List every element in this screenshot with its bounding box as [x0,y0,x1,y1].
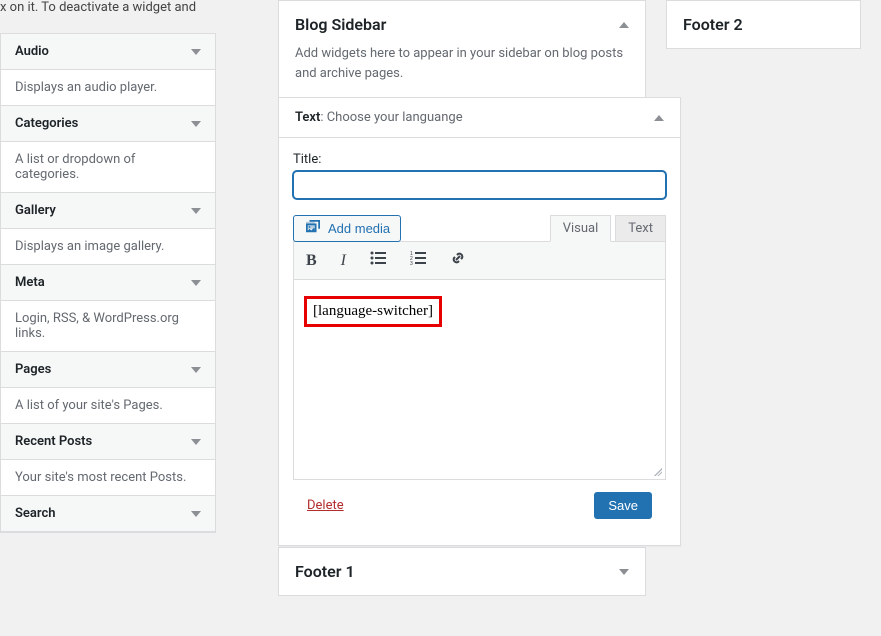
ordered-list-button[interactable]: 123 [406,248,430,273]
link-icon [450,250,466,266]
add-media-button[interactable]: Add media [293,215,401,242]
widget-desc: Displays an image gallery. [1,229,215,264]
tab-visual[interactable]: Visual [550,215,612,242]
widget-title: Pages [15,362,51,377]
widget-title: Gallery [15,203,56,218]
editor-shortcode-text: [language-switcher] [304,296,442,327]
unordered-list-button[interactable] [366,248,390,273]
title-input[interactable] [293,171,666,199]
footer2-toggle[interactable]: Footer 2 [667,1,860,48]
editor-content-area[interactable]: [language-switcher] [293,280,666,480]
resize-handle[interactable] [652,466,664,478]
footer1-title: Footer 1 [295,562,355,581]
chevron-down-icon [191,367,201,373]
widget-meta[interactable]: Meta Login, RSS, & WordPress.org links. [0,264,216,352]
widget-open-name: Choose your languange [327,110,463,125]
sidebar-area-title: Blog Sidebar [295,15,386,34]
chevron-down-icon [191,280,201,286]
widget-pages[interactable]: Pages A list of your site's Pages. [0,351,216,424]
chevron-down-icon [191,49,201,55]
footer1-toggle[interactable]: Footer 1 [279,548,645,595]
widget-audio[interactable]: Audio Displays an audio player. [0,33,216,106]
svg-text:3: 3 [410,261,413,265]
link-button[interactable] [446,248,470,273]
available-widgets-panel: x on it. To deactivate a widget and Audi… [0,0,216,636]
widget-categories[interactable]: Categories A list or dropdown of categor… [0,105,216,193]
widget-open-toggle[interactable]: Text: Choose your languange [279,98,680,138]
chevron-down-icon [191,439,201,445]
sidebar-area-footer2: Footer 2 [666,0,861,49]
widget-desc: Login, RSS, & WordPress.org links. [1,301,215,351]
editor-toolbar: B I 123 [293,241,666,280]
chevron-up-icon [619,22,629,28]
title-field-label: Title: [293,152,666,167]
panel-description: x on it. To deactivate a widget and [0,0,216,33]
chevron-down-icon [619,569,629,575]
add-media-label: Add media [328,221,390,236]
bullet-list-icon [370,251,386,265]
widget-title: Categories [15,116,78,131]
chevron-down-icon [191,511,201,517]
widget-title: Audio [15,44,49,59]
sidebar-area-blog: Blog Sidebar Add widgets here to appear … [278,0,646,527]
widget-title: Recent Posts [15,434,92,449]
widget-desc: A list of your site's Pages. [1,388,215,423]
widget-type-label: Text [295,110,320,125]
widget-desc: Displays an audio player. [1,70,215,105]
widget-desc: A list or dropdown of categories. [1,142,215,192]
delete-link[interactable]: Delete [307,498,344,513]
italic-button[interactable]: I [337,248,350,273]
save-button[interactable]: Save [594,492,652,519]
widget-recent-posts[interactable]: Recent Posts Your site's most recent Pos… [0,423,216,496]
widget-title: Search [15,506,56,521]
bold-button[interactable]: B [302,248,321,273]
footer2-title: Footer 2 [683,15,743,34]
chevron-up-icon [654,115,664,121]
sidebar-area-desc: Add widgets here to appear in your sideb… [279,44,645,97]
widget-search[interactable]: Search [0,495,216,533]
media-icon [304,220,322,237]
tab-text[interactable]: Text [615,215,666,242]
numbered-list-icon: 123 [410,251,426,265]
widget-text-open: Text: Choose your languange Title: [278,97,681,546]
chevron-down-icon [191,208,201,214]
widget-title: Meta [15,275,45,290]
widget-desc: Your site's most recent Posts. [1,460,215,495]
chevron-down-icon [191,121,201,127]
sidebar-area-footer1: Footer 1 [278,547,646,596]
sidebar-area-toggle[interactable]: Blog Sidebar [279,1,645,44]
widget-gallery[interactable]: Gallery Displays an image gallery. [0,192,216,265]
